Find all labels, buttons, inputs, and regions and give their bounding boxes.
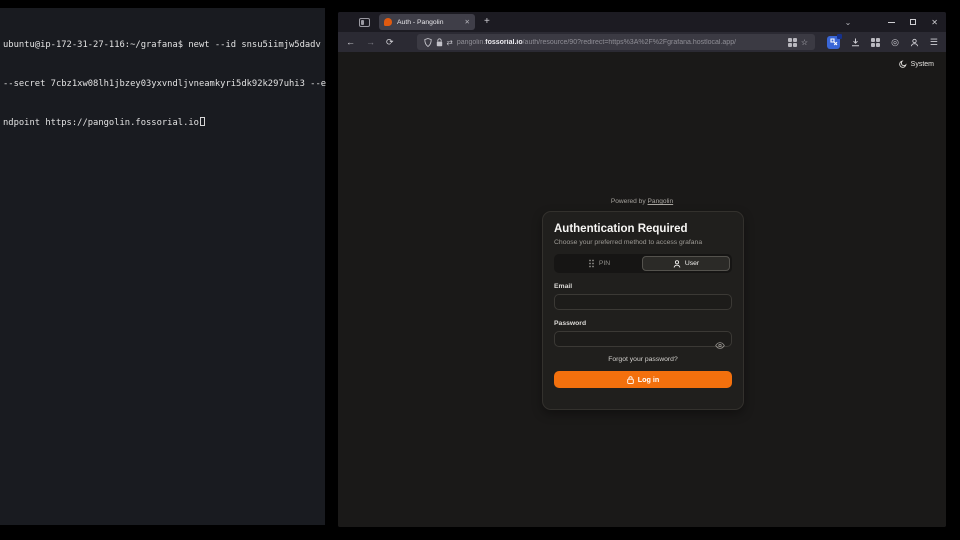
desktop: ubuntu@ip-172-31-27-116:~/grafana$ newt … [0, 0, 960, 540]
theme-label: System [911, 61, 934, 68]
moon-icon [899, 60, 907, 68]
minimize-button[interactable] [888, 22, 895, 23]
login-button[interactable]: Log in [554, 371, 732, 388]
card-subtitle: Choose your preferred method to access g… [554, 239, 732, 246]
tab-title: Auth - Pangolin [397, 19, 462, 26]
terminal-cursor [200, 117, 205, 126]
downloads-icon[interactable] [851, 38, 860, 47]
terminal-line: ubuntu@ip-172-31-27-116:~/grafana$ newt … [3, 39, 322, 52]
url-bar[interactable]: ⇄ pangolin.fossorial.io/auth/resource/90… [417, 34, 816, 50]
login-lock-icon [627, 376, 634, 384]
user-icon [673, 260, 681, 268]
reload-button[interactable]: ⟳ [386, 32, 394, 52]
toolbar-extensions: ◎ ☰ [827, 36, 938, 49]
list-tabs-chevron-icon[interactable]: ⌄ [845, 18, 852, 27]
terminal-line: --secret 7cbz1xw08lh1jbzey03yxvndljvneam… [3, 78, 322, 91]
tab-close-icon[interactable]: ✕ [465, 18, 470, 26]
navigation-toolbar: ← → ⟳ ⇄ pangolin.fossorial.io/auth/resou… [338, 32, 946, 52]
firefox-view-icon[interactable] [359, 18, 370, 27]
apps-grid-icon[interactable] [871, 38, 880, 47]
tab-bar: Auth - Pangolin ✕ + ⌄ ✕ [338, 12, 946, 32]
lock-icon[interactable] [436, 38, 443, 47]
tab-user[interactable]: User [642, 256, 730, 271]
password-label: Password [554, 320, 732, 327]
auth-method-tabs: PIN User [554, 254, 732, 273]
new-tab-button[interactable]: + [484, 17, 490, 27]
browser-tab-active[interactable]: Auth - Pangolin ✕ [379, 14, 475, 30]
maximize-button[interactable] [910, 19, 916, 25]
ring-icon[interactable]: ◎ [891, 37, 899, 48]
bookmark-star-icon[interactable]: ☆ [801, 38, 808, 47]
email-field[interactable] [554, 294, 732, 310]
show-password-eye-icon[interactable] [715, 336, 725, 354]
permissions-swap-icon[interactable]: ⇄ [447, 38, 453, 47]
tab-pin[interactable]: PIN [556, 256, 642, 271]
email-label: Email [554, 283, 732, 290]
powered-by: Powered by Pangolin [338, 198, 946, 205]
back-button[interactable]: ← [346, 32, 355, 52]
forgot-password-link[interactable]: Forgot your password? [554, 356, 732, 363]
password-field[interactable] [554, 331, 732, 347]
terminal-line: ndpoint https://pangolin.fossorial.io [3, 117, 322, 130]
pangolin-link[interactable]: Pangolin [648, 198, 674, 205]
theme-toggle[interactable]: System [899, 60, 934, 68]
window-controls: ⌄ ✕ [845, 18, 938, 27]
auth-page: System Powered by Pangolin Authenticatio… [338, 52, 946, 527]
page-action-grid-icon[interactable] [788, 38, 797, 47]
keypad-icon [588, 259, 595, 268]
card-title: Authentication Required [554, 223, 732, 235]
url-text: pangolin.fossorial.io/auth/resource/90?r… [457, 39, 784, 46]
window-close-button[interactable]: ✕ [931, 18, 938, 27]
extension-icon[interactable] [827, 36, 840, 49]
terminal-window[interactable]: ubuntu@ip-172-31-27-116:~/grafana$ newt … [0, 8, 325, 525]
menu-hamburger-icon[interactable]: ☰ [930, 37, 938, 48]
extension-badge [837, 34, 842, 39]
forward-button[interactable]: → [366, 32, 375, 52]
pangolin-favicon-icon [384, 18, 392, 26]
profile-icon[interactable] [910, 38, 919, 47]
auth-card: Authentication Required Choose your pref… [542, 211, 744, 410]
browser-window: Auth - Pangolin ✕ + ⌄ ✕ ← → ⟳ [338, 12, 946, 527]
shield-icon[interactable] [424, 38, 432, 47]
